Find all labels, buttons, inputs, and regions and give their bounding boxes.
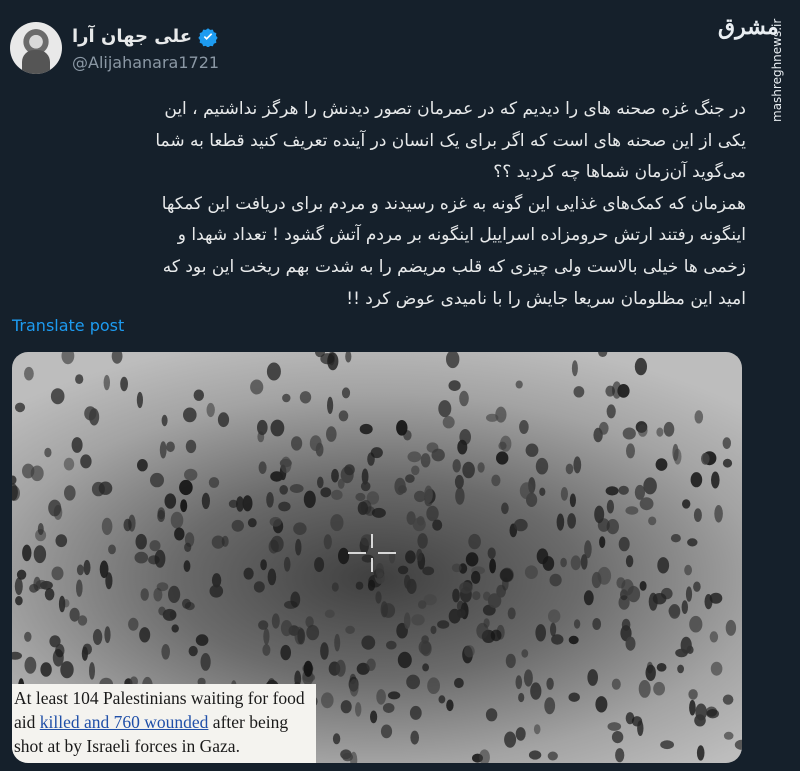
verified-badge-icon (198, 27, 218, 47)
avatar[interactable] (10, 22, 62, 74)
translate-post-link[interactable]: Translate post (12, 316, 124, 335)
caption-link[interactable]: killed and 760 wounded (40, 712, 209, 732)
author-name-row: علی جهان آرا (72, 26, 218, 47)
watermark-url: mashreghnews.ir (770, 18, 784, 122)
author-handle[interactable]: @Alijahanara1721 (72, 53, 219, 72)
tweet-text: در جنگ غزه صحنه های را دیدیم که در عمرما… (155, 99, 746, 309)
media-caption: At least 104 Palestinians waiting for fo… (12, 684, 316, 763)
display-name[interactable]: علی جهان آرا (72, 26, 192, 47)
watermark-logo: مشرق (718, 14, 780, 40)
tweet-media-image[interactable]: At least 104 Palestinians waiting for fo… (12, 352, 742, 763)
tweet-post: علی جهان آرا @Alijahanara1721 مشرق mashr… (0, 0, 800, 771)
